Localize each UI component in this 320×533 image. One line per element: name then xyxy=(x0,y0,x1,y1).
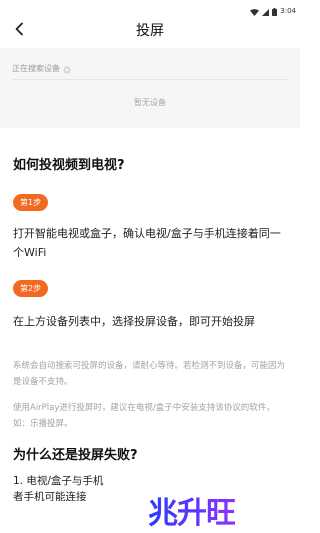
watermark-logo: 兆升旺 xyxy=(148,488,236,532)
search-status-row: 正在搜索设备 xyxy=(12,59,71,78)
help-title: 如何投视频到电视? xyxy=(13,158,125,173)
faq-item-line2: 者手机可能连接 xyxy=(13,491,87,501)
faq-title: 为什么还是投屏失败? xyxy=(13,448,138,463)
page-title: 投屏 xyxy=(136,23,164,39)
step1-text: 打开智能电视或盒子，确认电视/盒子与手机连接着同一个WiFi xyxy=(13,227,281,259)
divider xyxy=(12,79,288,80)
faq-item-line1: 1. 电视/盒子与手机 xyxy=(13,475,104,487)
note-auto-search: 系统会自动搜索可投屏的设备，请耐心等待。若检测不到设备，可能因为是设备不支持。 xyxy=(13,361,286,387)
status-bar: 3:04 xyxy=(0,0,300,16)
step2-badge: 第2步 xyxy=(13,280,49,297)
step2-text: 在上方设备列表中，选择投屏设备，即可开始投屏 xyxy=(13,315,255,328)
help-section: 如何投视频到电视? 第1步 打开智能电视或盒子，确认电视/盒子与手机连接着同一个… xyxy=(0,128,300,533)
step1-badge: 第1步 xyxy=(13,194,49,211)
note-airplay: 使用AirPlay进行投屏时，建议在电视/盒子中安装支持该协议的软件，如：乐播投… xyxy=(13,403,275,429)
device-search-panel: 正在搜索设备 暂无设备 xyxy=(0,48,300,128)
empty-device-text: 暂无设备 xyxy=(134,98,166,107)
search-status-text: 正在搜索设备 xyxy=(12,64,60,73)
loading-spinner-icon xyxy=(63,59,71,78)
nav-bar: 投屏 xyxy=(0,12,300,48)
